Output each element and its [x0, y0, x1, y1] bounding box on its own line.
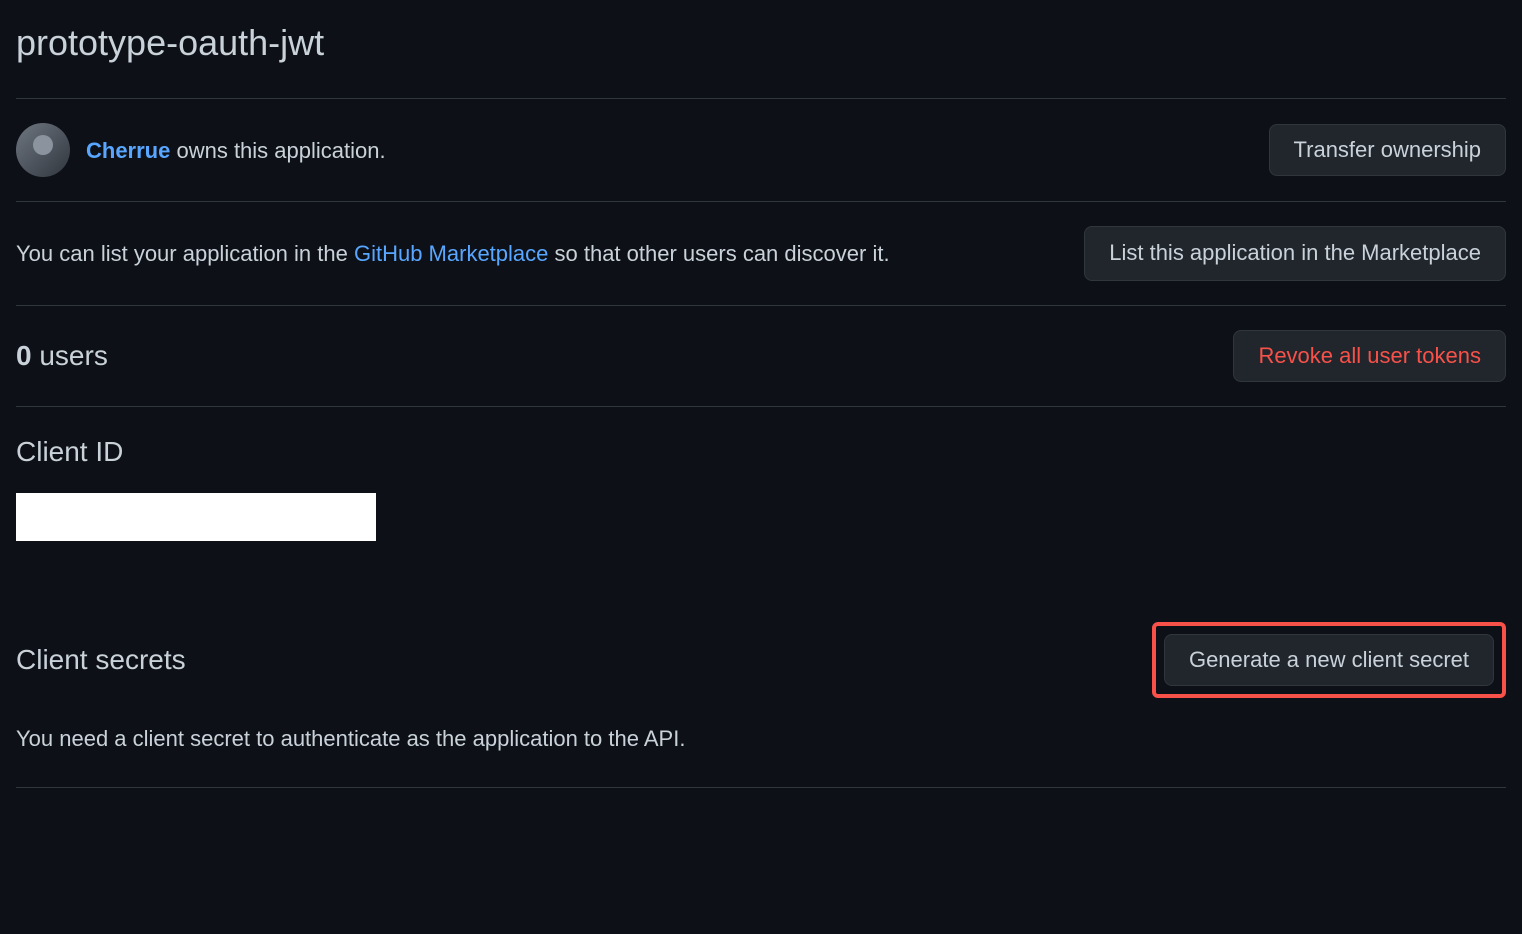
users-count-number: 0 [16, 340, 32, 371]
divider [16, 787, 1506, 788]
owner-suffix: owns this application. [170, 138, 385, 163]
users-section: 0 users Revoke all user tokens [16, 306, 1506, 406]
marketplace-text-suffix: so that other users can discover it. [548, 241, 889, 266]
marketplace-section: You can list your application in the Git… [16, 202, 1506, 305]
transfer-ownership-button[interactable]: Transfer ownership [1269, 124, 1506, 176]
page-title: prototype-oauth-jwt [16, 16, 1506, 70]
client-id-value [16, 493, 376, 541]
revoke-tokens-button[interactable]: Revoke all user tokens [1233, 330, 1506, 382]
client-secrets-section: Client secrets Generate a new client sec… [16, 598, 1506, 787]
marketplace-text-prefix: You can list your application in the [16, 241, 354, 266]
marketplace-link[interactable]: GitHub Marketplace [354, 241, 548, 266]
owner-avatar[interactable] [16, 123, 70, 177]
client-secrets-header: Client secrets Generate a new client sec… [16, 622, 1506, 698]
owner-info: Cherrue owns this application. [16, 123, 1245, 177]
list-marketplace-button[interactable]: List this application in the Marketplace [1084, 226, 1506, 281]
users-count-label: users [32, 340, 108, 371]
users-count: 0 users [16, 335, 108, 377]
marketplace-text: You can list your application in the Git… [16, 237, 1060, 270]
generate-secret-highlight: Generate a new client secret [1152, 622, 1506, 698]
owner-text: Cherrue owns this application. [86, 134, 386, 167]
client-secrets-heading: Client secrets [16, 639, 186, 681]
client-secrets-description: You need a client secret to authenticate… [16, 722, 1506, 755]
owner-link[interactable]: Cherrue [86, 138, 170, 163]
client-id-section: Client ID [16, 407, 1506, 598]
owner-section: Cherrue owns this application. Transfer … [16, 99, 1506, 201]
client-id-heading: Client ID [16, 431, 1506, 473]
generate-secret-button[interactable]: Generate a new client secret [1164, 634, 1494, 686]
